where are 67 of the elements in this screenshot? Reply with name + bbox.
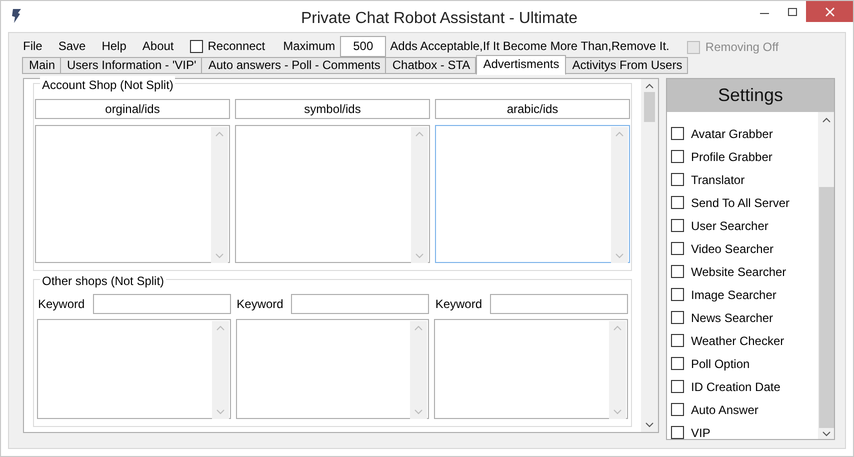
app-icon [11,8,23,24]
keyword-field[interactable] [291,294,430,314]
checkbox-label: Avatar Grabber [691,126,773,142]
keyword-field[interactable] [92,294,231,314]
checkbox[interactable] [671,357,684,370]
menu-item[interactable]: About [134,37,182,55]
maximum-input[interactable]: 500 [340,36,386,56]
maximum-label: Maximum [283,38,336,55]
maximum-description: Adds Acceptable,If It Become More Than,Remove It. [390,38,670,55]
checkbox[interactable] [671,380,684,393]
close-button[interactable] [806,1,853,22]
checkbox-label: Send To All Server [691,194,790,212]
keyword-field[interactable] [490,294,628,314]
checkbox-label: Image Searcher [691,286,776,304]
scroll-up-icon[interactable] [822,117,830,123]
group-title: Account Shop (Not Split) [40,76,176,94]
settings-header: Settings [667,79,834,112]
keyword-label: Keyword [236,296,284,313]
checkbox[interactable] [671,127,684,140]
checkbox-label: Video Searcher [691,240,774,258]
window-title: Private Chat Robot Assistant - Ultimate [301,9,578,29]
tab[interactable]: Chatbox - STA [385,57,476,74]
menu-item[interactable]: Save [50,37,94,55]
reconnect-checkbox[interactable] [190,40,203,52]
checkbox[interactable] [671,403,684,416]
menu-item[interactable]: Help [94,37,134,55]
tab[interactable]: Auto answers - Poll - Comments [201,57,386,74]
keyword-label: Keyword [38,296,85,313]
column-header[interactable]: arabic/ids [435,99,630,119]
checkbox-label: Auto Answer [691,402,758,418]
checkbox-label: Reconnect [208,38,266,55]
checkbox[interactable] [671,219,684,232]
checkbox[interactable] [671,173,684,186]
checkbox-label: ID Creation Date [691,378,780,396]
column-header[interactable]: symbol/ids [235,99,430,119]
scrollbar-thumb[interactable] [644,92,655,122]
checkbox-label: User Searcher [691,218,768,234]
checkbox-label: Weather Checker [691,332,784,350]
scroll-down-icon[interactable] [645,422,654,428]
checkbox-label: VIP [691,424,710,442]
checkbox-label: Removing Off [705,39,779,56]
tab[interactable]: Users Information - 'VIP' [60,57,202,74]
column-header[interactable]: orginal/ids [35,99,230,119]
checkbox[interactable] [671,288,684,301]
checkbox[interactable] [671,196,684,209]
checkbox[interactable] [671,150,684,163]
checkbox[interactable] [671,311,684,324]
scroll-up-icon[interactable] [645,83,654,89]
scrollbar[interactable] [818,112,834,439]
close-icon [824,6,834,16]
checkbox-label: News Searcher [691,310,774,326]
checkbox[interactable] [671,265,684,278]
tab[interactable]: Advertisments [476,55,566,75]
scrollbar-thumb[interactable] [818,187,834,428]
scrollbar[interactable] [641,79,658,432]
tab[interactable]: Activitys From Users [565,57,688,74]
checkbox-label: Profile Grabber [691,148,772,166]
keyword-label: Keyword [435,296,482,313]
tab[interactable]: Main [22,57,62,74]
checkbox-label: Poll Option [691,356,750,372]
checkbox[interactable] [671,334,684,347]
checkbox[interactable] [671,242,684,255]
checkbox-label: Website Searcher [691,264,786,280]
checkbox-label: Translator [691,172,745,188]
scroll-down-icon[interactable] [822,431,830,437]
menu-item[interactable]: File [23,37,50,55]
checkbox[interactable] [671,426,684,439]
